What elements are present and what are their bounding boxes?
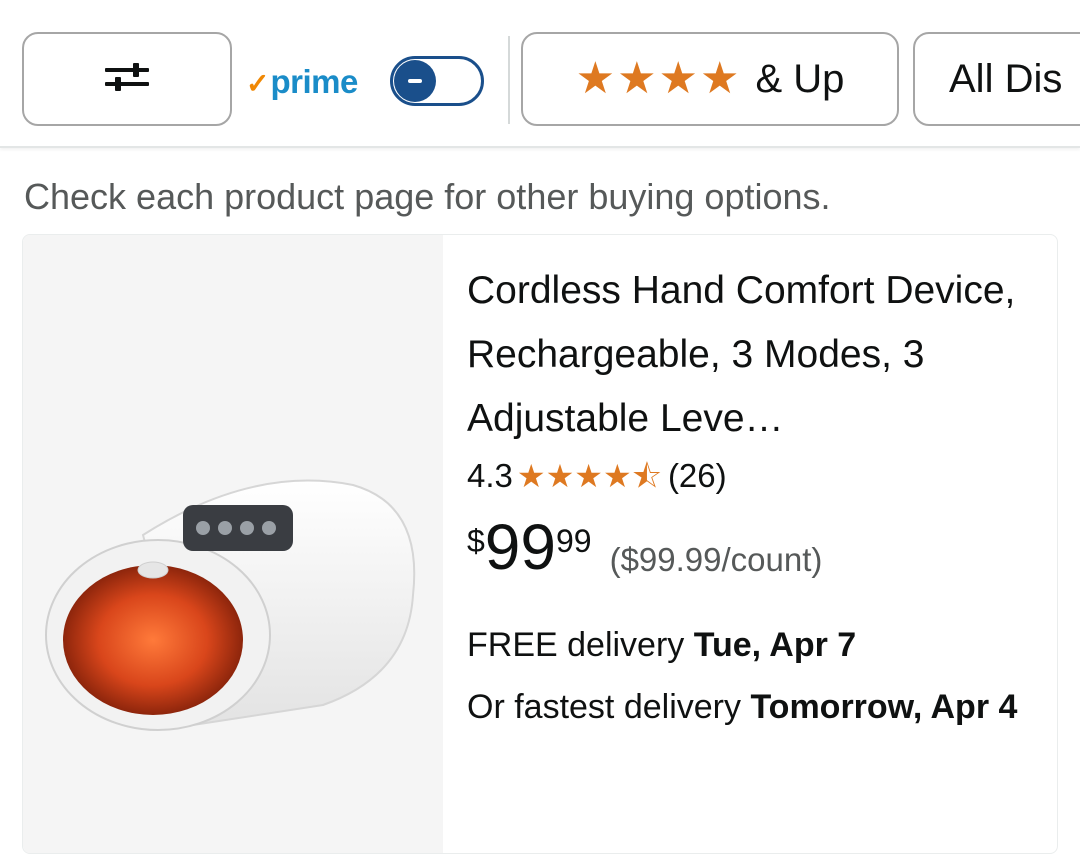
star-icon: ★ <box>575 53 616 104</box>
product-image[interactable] <box>23 235 443 853</box>
unit-price: ($99.99/count) <box>609 541 823 578</box>
half-star-icon: ⯪ <box>631 458 662 494</box>
price-fraction: 99 <box>555 523 592 559</box>
star-icon: ★ <box>516 458 546 494</box>
star-icon: ★ <box>699 53 740 104</box>
hand-massager-image <box>45 479 416 731</box>
star-icon: ★ <box>617 53 657 104</box>
filters-button[interactable] <box>22 32 232 126</box>
star-icon: ★ <box>658 53 698 104</box>
all-discounts-label: All Dis <box>949 56 1063 101</box>
review-count: (26) <box>667 457 727 494</box>
product-card[interactable]: Cordless Hand Comfort Device, Rechargeab… <box>22 234 1058 854</box>
star-icon: ★ <box>574 458 603 494</box>
prime-toggle[interactable] <box>390 56 484 106</box>
prime-text: prime <box>270 63 358 100</box>
product-title[interactable]: Cordless Hand Comfort Device, Rechargeab… <box>467 259 1047 451</box>
price-row: $ 99 99 ($99.99/count) <box>467 515 1047 579</box>
fastest-date: Tomorrow, Apr 4 <box>750 688 1018 726</box>
star-icon: ★ <box>545 458 575 494</box>
price-symbol: $ <box>467 523 485 559</box>
sliders-icon <box>103 61 151 97</box>
price-whole: 99 <box>484 511 556 583</box>
all-discounts-button[interactable]: All Dis <box>913 32 1080 126</box>
filter-divider <box>508 36 510 124</box>
delivery-info: FREE delivery Tue, Apr 7 <box>467 619 1047 671</box>
delivery-prefix: FREE delivery <box>467 626 685 664</box>
buying-options-notice: Check each product page for other buying… <box>24 176 831 217</box>
prime-logo: ✓ prime <box>246 63 358 101</box>
rating-filter-button[interactable]: ★ ★ ★ ★ & Up <box>521 32 899 126</box>
star-icon: ★ <box>602 458 632 494</box>
rating-value: 4.3 <box>467 457 513 494</box>
prime-check-icon: ✓ <box>246 68 270 99</box>
delivery-date: Tue, Apr 7 <box>693 626 857 664</box>
toggle-knob <box>394 60 436 102</box>
rating-stars: ★ ★ ★ ★ ⯪ <box>517 460 662 492</box>
fastest-delivery-info: Or fastest delivery Tomorrow, Apr 4 <box>467 681 1047 733</box>
filter-bar: ✓ prime ★ ★ ★ ★ & Up All Dis <box>0 0 1080 148</box>
rating-row[interactable]: 4.3 ★ ★ ★ ★ ⯪ (26) <box>467 457 1047 495</box>
prime-filter-label[interactable]: ✓ prime <box>246 52 358 112</box>
product-details: Cordless Hand Comfort Device, Rechargeab… <box>467 259 1047 733</box>
rating-filter-stars: ★ ★ ★ ★ <box>576 57 742 101</box>
fastest-prefix: Or fastest delivery <box>467 688 741 726</box>
rating-filter-label: & Up <box>755 56 845 101</box>
